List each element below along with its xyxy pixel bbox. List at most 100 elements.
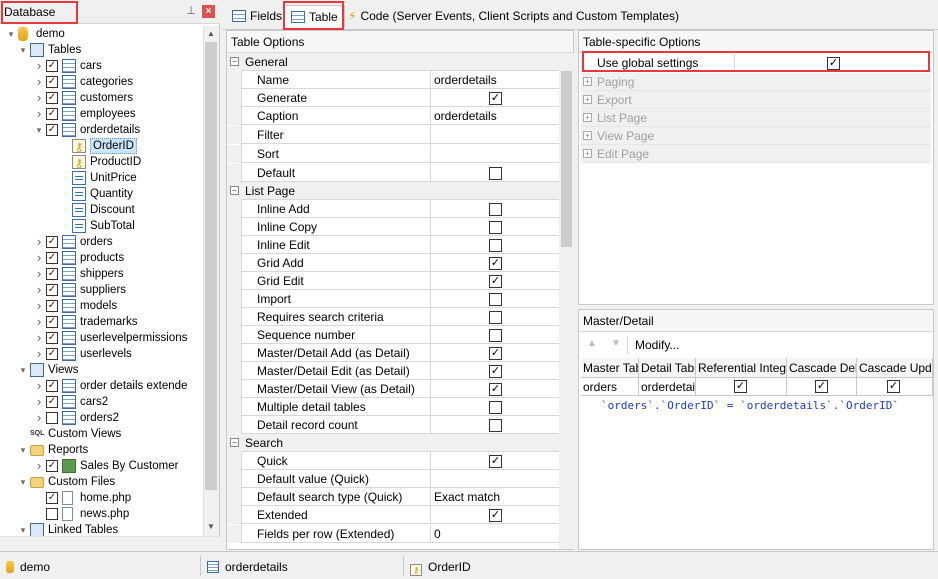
tree-item[interactable]: › ✓ userlevelpermissions bbox=[0, 330, 203, 346]
collapse-category-icon[interactable]: − bbox=[230, 186, 239, 195]
property-checkbox[interactable] bbox=[489, 293, 502, 306]
tree-item-checkbox[interactable]: ✓ bbox=[46, 380, 58, 392]
collapse-arrow-icon[interactable]: ▾ bbox=[18, 522, 28, 536]
tree-item-checkbox[interactable]: ✓ bbox=[46, 460, 58, 472]
property-row[interactable]: Filter bbox=[227, 126, 559, 144]
expand-arrow-icon[interactable]: › bbox=[34, 458, 44, 474]
collapse-arrow-icon[interactable]: ▾ bbox=[6, 26, 16, 42]
property-row[interactable]: Default value (Quick) bbox=[227, 470, 559, 488]
option-section[interactable]: + List Page bbox=[581, 109, 931, 127]
close-icon[interactable]: × bbox=[202, 5, 215, 18]
tree-item[interactable]: › ✓ shippers bbox=[0, 266, 203, 282]
tab-table[interactable]: Table bbox=[284, 5, 345, 27]
property-checkbox[interactable] bbox=[489, 239, 502, 252]
tree-item-checkbox[interactable]: ✓ bbox=[46, 92, 58, 104]
property-category[interactable]: − List Page bbox=[227, 182, 559, 200]
expand-arrow-icon[interactable]: › bbox=[34, 58, 44, 74]
tree-item[interactable]: SQL Custom Views bbox=[0, 426, 203, 442]
property-value[interactable] bbox=[432, 470, 559, 488]
tree-item[interactable]: ▾ demo bbox=[0, 26, 203, 42]
modify-button[interactable]: Modify... bbox=[635, 338, 679, 352]
property-category[interactable]: − Search bbox=[227, 434, 559, 452]
tree-item-checkbox[interactable]: ✓ bbox=[46, 332, 58, 344]
property-checkbox[interactable]: ✓ bbox=[489, 275, 502, 288]
property-checkbox[interactable]: ✓ bbox=[489, 347, 502, 360]
collapse-arrow-icon[interactable]: ▾ bbox=[18, 362, 28, 378]
tree-item-checkbox[interactable]: ✓ bbox=[46, 492, 58, 504]
tree-item[interactable]: › ✓ order details extende bbox=[0, 378, 203, 394]
tree-item[interactable]: SubTotal bbox=[0, 218, 203, 234]
property-row[interactable]: Grid Edit ✓ bbox=[227, 272, 559, 290]
property-row[interactable]: Sort bbox=[227, 145, 559, 163]
referential-integrity-checkbox[interactable]: ✓ bbox=[734, 380, 747, 393]
tree-item-checkbox[interactable]: ✓ bbox=[46, 300, 58, 312]
tree-item[interactable]: › ✓ products bbox=[0, 250, 203, 266]
tree-item-checkbox[interactable] bbox=[46, 508, 58, 520]
expand-arrow-icon[interactable]: › bbox=[34, 346, 44, 362]
property-row[interactable]: Generate ✓ bbox=[227, 89, 559, 107]
property-checkbox[interactable]: ✓ bbox=[489, 509, 502, 522]
tree-item-checkbox[interactable]: ✓ bbox=[46, 348, 58, 360]
cascade-delete-cell[interactable]: ✓ bbox=[787, 378, 857, 396]
database-tree[interactable]: ▾ demo ▾ Tables › ✓ cars › ✓ categories › ✓ customer… bbox=[0, 26, 203, 536]
scroll-up-arrow-icon[interactable]: ▲ bbox=[203, 26, 219, 42]
expand-arrow-icon[interactable]: › bbox=[34, 314, 44, 330]
tree-item[interactable]: ⚷ ProductID bbox=[0, 154, 203, 170]
referential-integrity-cell[interactable]: ✓ bbox=[696, 378, 787, 396]
option-section[interactable]: + Export bbox=[581, 91, 931, 109]
property-row[interactable]: Caption orderdetails bbox=[227, 107, 559, 125]
tree-item-checkbox[interactable]: ✓ bbox=[46, 124, 58, 136]
tree-item-checkbox[interactable]: ✓ bbox=[46, 316, 58, 328]
tree-item[interactable]: › ✓ customers bbox=[0, 90, 203, 106]
expand-arrow-icon[interactable]: › bbox=[34, 378, 44, 394]
property-row[interactable]: Name orderdetails bbox=[227, 71, 559, 89]
expand-section-icon[interactable]: + bbox=[583, 149, 592, 158]
master-table-cell[interactable]: orders bbox=[581, 378, 639, 396]
property-row[interactable]: Detail record count bbox=[227, 416, 559, 434]
move-down-arrow-icon[interactable]: ▼ bbox=[611, 338, 621, 349]
property-checkbox[interactable] bbox=[489, 401, 502, 414]
expand-arrow-icon[interactable]: › bbox=[34, 266, 44, 282]
tree-item[interactable]: ▾ Tables bbox=[0, 42, 203, 58]
property-checkbox[interactable] bbox=[489, 329, 502, 342]
property-row[interactable]: Quick ✓ bbox=[227, 452, 559, 470]
property-row[interactable]: Sequence number bbox=[227, 326, 559, 344]
tree-item[interactable]: UnitPrice bbox=[0, 170, 203, 186]
property-row[interactable]: Multiple detail tables bbox=[227, 398, 559, 416]
tree-scroll-thumb[interactable] bbox=[205, 42, 217, 490]
options-scroll-thumb[interactable] bbox=[561, 71, 572, 247]
tree-item[interactable]: ✓ home.php bbox=[0, 490, 203, 506]
tree-item-checkbox[interactable]: ✓ bbox=[46, 108, 58, 120]
expand-arrow-icon[interactable]: › bbox=[34, 298, 44, 314]
column-header-cascade-update[interactable]: Cascade Updat bbox=[857, 358, 933, 378]
property-row[interactable]: Master/Detail View (as Detail) ✓ bbox=[227, 380, 559, 398]
tree-item-checkbox[interactable]: ✓ bbox=[46, 396, 58, 408]
property-value[interactable] bbox=[432, 145, 559, 163]
tree-item-checkbox[interactable]: ✓ bbox=[46, 60, 58, 72]
column-header-cascade-delete[interactable]: Cascade Dele bbox=[787, 358, 857, 378]
property-category[interactable]: − General bbox=[227, 53, 559, 71]
expand-arrow-icon[interactable]: › bbox=[34, 410, 44, 426]
tree-item[interactable]: ▾ Views bbox=[0, 362, 203, 378]
expand-arrow-icon[interactable]: › bbox=[34, 394, 44, 410]
property-row[interactable]: Fields per row (Extended) 0 bbox=[227, 525, 559, 543]
property-checkbox[interactable]: ✓ bbox=[489, 92, 502, 105]
property-row[interactable]: Requires search criteria bbox=[227, 308, 559, 326]
expand-section-icon[interactable]: + bbox=[583, 131, 592, 140]
collapse-arrow-icon[interactable]: ▾ bbox=[18, 442, 28, 458]
tree-item[interactable]: ▾ ✓ orderdetails bbox=[0, 122, 203, 138]
tree-item[interactable]: › ✓ cars bbox=[0, 58, 203, 74]
expand-arrow-icon[interactable]: › bbox=[34, 234, 44, 250]
collapse-arrow-icon[interactable]: ▾ bbox=[34, 122, 44, 138]
option-section[interactable]: + Edit Page bbox=[581, 145, 931, 163]
collapse-category-icon[interactable]: − bbox=[230, 438, 239, 447]
tree-item-checkbox[interactable]: ✓ bbox=[46, 284, 58, 296]
property-checkbox[interactable]: ✓ bbox=[489, 365, 502, 378]
cascade-update-checkbox[interactable]: ✓ bbox=[887, 380, 900, 393]
tab-code[interactable]: ⚡ Code (Server Events, Client Scripts and… bbox=[348, 5, 679, 27]
tree-item-checkbox[interactable]: ✓ bbox=[46, 268, 58, 280]
property-row[interactable]: Extended ✓ bbox=[227, 506, 559, 524]
property-checkbox[interactable] bbox=[489, 167, 502, 180]
detail-table-cell[interactable]: orderdetai bbox=[639, 378, 696, 396]
property-checkbox[interactable] bbox=[489, 221, 502, 234]
